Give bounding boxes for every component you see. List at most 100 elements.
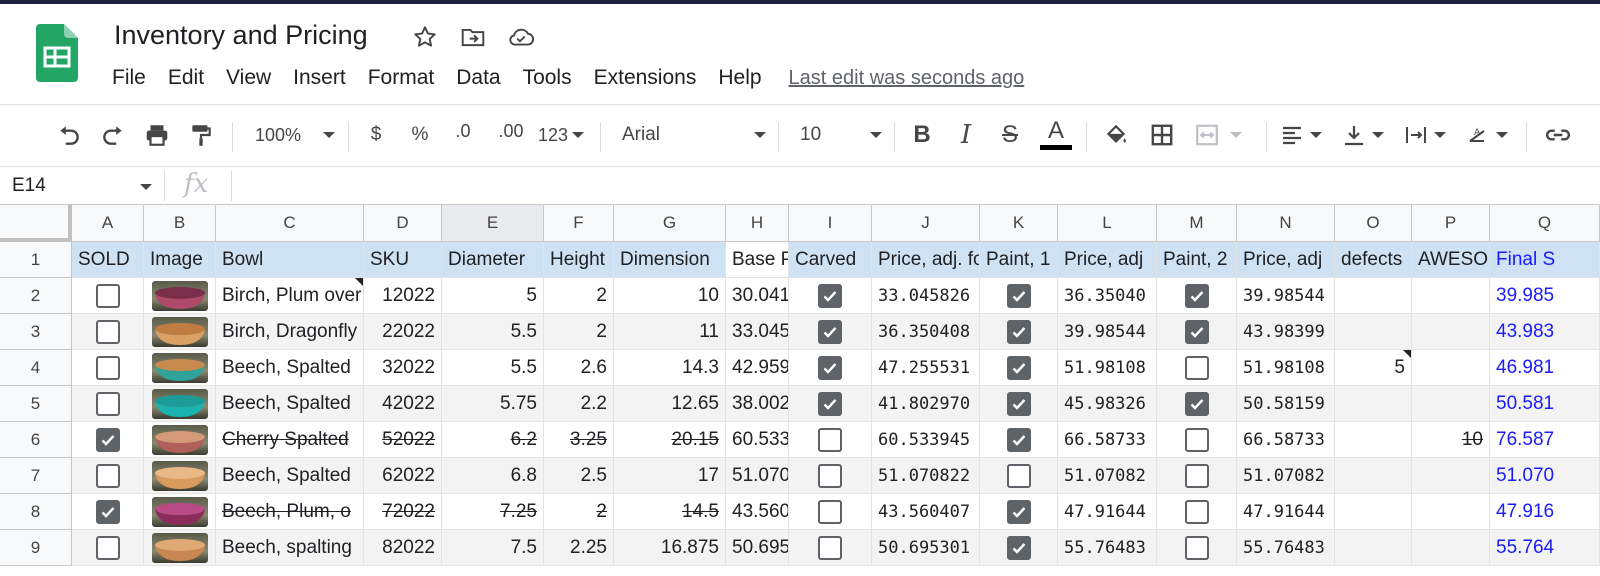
cell-o4[interactable]: 5 (1335, 350, 1412, 386)
horizontal-align-icon[interactable] (1280, 115, 1330, 155)
header-cell-c[interactable]: Bowl (216, 242, 364, 278)
row-header-7[interactable]: 7 (0, 458, 72, 494)
checkbox-unchecked[interactable] (95, 535, 120, 560)
percent-format-button[interactable]: % (406, 115, 434, 155)
cell-q8[interactable]: 47.916 (1490, 494, 1600, 530)
column-header-i[interactable]: I (789, 205, 872, 242)
cell-d2[interactable]: 12022 (364, 278, 442, 314)
cell-d4[interactable]: 32022 (364, 350, 442, 386)
column-header-j[interactable]: J (872, 205, 980, 242)
sheets-logo-icon[interactable] (36, 24, 78, 82)
header-cell-l[interactable]: Price, adj (1058, 242, 1157, 278)
text-color-icon[interactable]: A (1038, 115, 1074, 155)
cell-a6[interactable] (72, 422, 144, 458)
checkbox-checked[interactable] (1006, 391, 1031, 416)
cell-p5[interactable] (1412, 386, 1490, 422)
column-header-o[interactable]: O (1335, 205, 1412, 242)
column-header-a[interactable]: A (72, 205, 144, 242)
cell-h3[interactable]: 33.0458 (726, 314, 789, 350)
paint-format-icon[interactable] (182, 115, 220, 155)
font-family-select[interactable]: Arial (622, 115, 766, 155)
cell-g9[interactable]: 16.875 (614, 530, 726, 566)
zoom-select[interactable]: 100% (250, 115, 340, 155)
header-cell-a[interactable]: SOLD (72, 242, 144, 278)
cell-g2[interactable]: 10 (614, 278, 726, 314)
column-header-m[interactable]: M (1157, 205, 1237, 242)
menu-format[interactable]: Format (357, 64, 446, 92)
checkbox-unchecked[interactable] (1006, 463, 1031, 488)
cell-f9[interactable]: 2.25 (544, 530, 614, 566)
cell-d8[interactable]: 72022 (364, 494, 442, 530)
bold-icon[interactable]: B (906, 115, 938, 155)
checkbox-checked[interactable] (818, 391, 842, 416)
header-cell-o[interactable]: defects (1335, 242, 1412, 278)
cell-a4[interactable] (72, 350, 144, 386)
cell-k4[interactable] (980, 350, 1058, 386)
cell-k2[interactable] (980, 278, 1058, 314)
cell-n7[interactable]: 51.07082 (1237, 458, 1335, 494)
cell-n3[interactable]: 43.98399 (1237, 314, 1335, 350)
cell-k7[interactable] (980, 458, 1058, 494)
cell-a2[interactable] (72, 278, 144, 314)
cell-a7[interactable] (72, 458, 144, 494)
header-cell-m[interactable]: Paint, 2 (1157, 242, 1237, 278)
column-header-l[interactable]: L (1058, 205, 1157, 242)
header-cell-b[interactable]: Image (144, 242, 216, 278)
cell-i2[interactable] (789, 278, 872, 314)
checkbox-checked[interactable] (1006, 319, 1031, 344)
cell-b4[interactable] (144, 350, 216, 386)
column-header-q[interactable]: Q (1490, 205, 1600, 242)
currency-format-button[interactable]: $ (362, 115, 390, 155)
row-header-1[interactable]: 1 (0, 242, 72, 278)
row-header-3[interactable]: 3 (0, 314, 72, 350)
cell-j2[interactable]: 33.045826 (872, 278, 980, 314)
row-header-4[interactable]: 4 (0, 350, 72, 386)
checkbox-unchecked[interactable] (818, 499, 842, 524)
cell-o9[interactable] (1335, 530, 1412, 566)
cell-p2[interactable] (1412, 278, 1490, 314)
cell-l9[interactable]: 55.76483 (1058, 530, 1157, 566)
cell-g7[interactable]: 17 (614, 458, 726, 494)
cell-h6[interactable]: 60.533 (726, 422, 789, 458)
column-header-h[interactable]: H (726, 205, 789, 242)
cell-m8[interactable] (1157, 494, 1237, 530)
cell-c7[interactable]: Beech, Spalted (216, 458, 364, 494)
checkbox-unchecked[interactable] (1184, 535, 1209, 560)
cell-m3[interactable] (1157, 314, 1237, 350)
checkbox-checked[interactable] (1006, 355, 1031, 380)
column-header-n[interactable]: N (1237, 205, 1335, 242)
menu-data[interactable]: Data (445, 64, 511, 92)
checkbox-unchecked[interactable] (95, 463, 120, 488)
cell-j7[interactable]: 51.070822 (872, 458, 980, 494)
cell-f8[interactable]: 2 (544, 494, 614, 530)
cell-q7[interactable]: 51.070 (1490, 458, 1600, 494)
cell-o7[interactable] (1335, 458, 1412, 494)
row-header-5[interactable]: 5 (0, 386, 72, 422)
cell-f4[interactable]: 2.6 (544, 350, 614, 386)
insert-link-icon[interactable] (1540, 115, 1576, 155)
cell-h4[interactable]: 42.959 (726, 350, 789, 386)
cell-i3[interactable] (789, 314, 872, 350)
cell-a9[interactable] (72, 530, 144, 566)
cell-m4[interactable] (1157, 350, 1237, 386)
cell-d7[interactable]: 62022 (364, 458, 442, 494)
move-folder-icon[interactable] (458, 22, 488, 52)
cell-o2[interactable] (1335, 278, 1412, 314)
cell-k9[interactable] (980, 530, 1058, 566)
borders-icon[interactable] (1146, 115, 1178, 155)
cell-q2[interactable]: 39.985 (1490, 278, 1600, 314)
column-header-f[interactable]: F (544, 205, 614, 242)
cell-h8[interactable]: 43.560 (726, 494, 789, 530)
cell-o5[interactable] (1335, 386, 1412, 422)
cell-n2[interactable]: 39.98544 (1237, 278, 1335, 314)
column-header-g[interactable]: G (614, 205, 726, 242)
cell-h5[interactable]: 38.002 (726, 386, 789, 422)
cell-b2[interactable] (144, 278, 216, 314)
row-header-9[interactable]: 9 (0, 530, 72, 566)
column-header-c[interactable]: C (216, 205, 364, 242)
cell-a3[interactable] (72, 314, 144, 350)
cell-p4[interactable] (1412, 350, 1490, 386)
checkbox-checked[interactable] (1006, 427, 1031, 452)
cell-q5[interactable]: 50.581 (1490, 386, 1600, 422)
select-all-corner[interactable] (0, 205, 72, 242)
